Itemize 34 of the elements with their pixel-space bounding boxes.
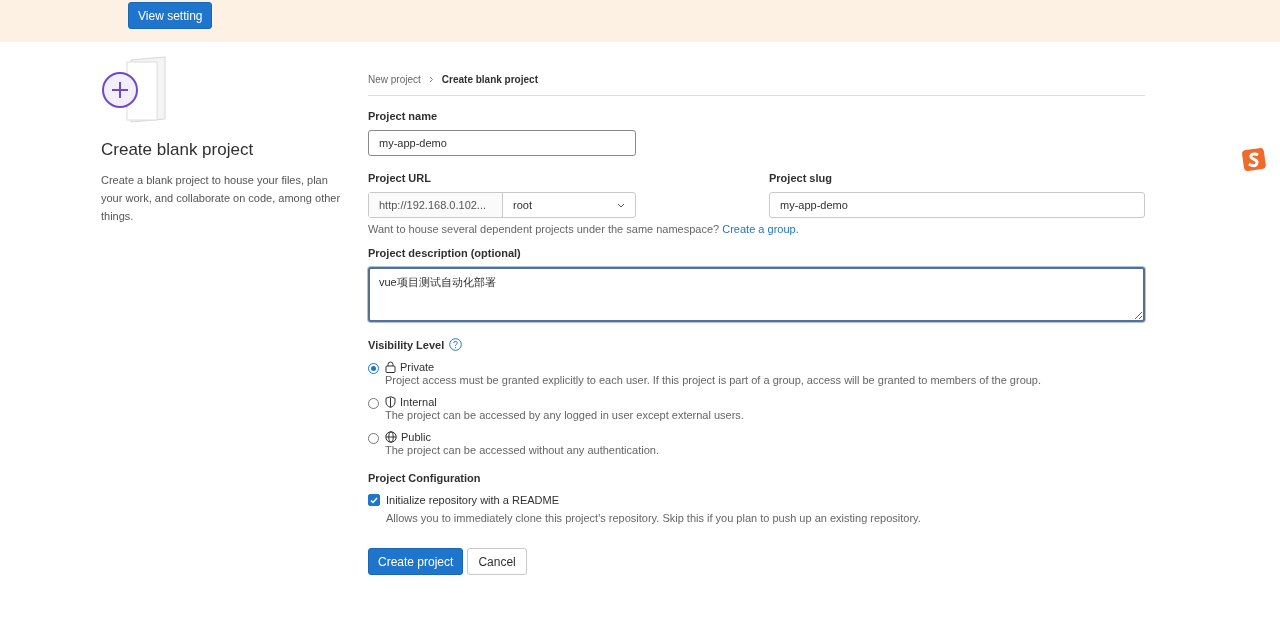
option-help-text: The project can be accessed by any logged in user except external users.	[385, 409, 744, 421]
ime-logo-icon[interactable]	[1242, 148, 1268, 172]
create-project-button[interactable]: Create project	[368, 548, 464, 575]
project-name-input[interactable]: my-app-demo	[368, 130, 636, 156]
new-project-illustration-icon	[101, 56, 169, 124]
section-label: Project Configuration	[368, 472, 482, 484]
field-label: Project URL	[368, 172, 432, 184]
option-label: Public	[401, 431, 431, 443]
chevron-right-icon	[428, 76, 434, 83]
breadcrumb-link[interactable]: New project	[368, 74, 421, 85]
lock-icon	[385, 361, 396, 373]
view-setting-button[interactable]: View setting	[128, 2, 213, 29]
description-textarea[interactable]: vue项目测试自动化部署	[368, 267, 1145, 322]
option-label: Private	[400, 361, 435, 373]
cancel-button[interactable]: Cancel	[467, 548, 527, 575]
option-help-text: Project access must be granted explicitly to each user. If this project is part of a group, access will be granted to members of the group.	[385, 374, 1042, 386]
breadcrumb-link[interactable]: Create blank project	[441, 74, 538, 85]
field-label: Project description (optional)	[368, 247, 522, 259]
field-label: Project slug	[769, 172, 833, 184]
page-title: Create blank project	[101, 140, 255, 160]
intro-text: Create a blank project to house your files, plan your work, and collaborate on code, among other things.	[101, 173, 342, 224]
help-icon[interactable]	[449, 338, 463, 351]
shield-icon	[385, 396, 396, 408]
field-label: Project name	[368, 110, 439, 122]
globe-icon	[385, 431, 397, 443]
checkbox-help-text: Allows you to immediately clone this project's repository. Skip this if you plan to push up an existing repository.	[386, 512, 921, 524]
readme-checkbox[interactable]	[368, 494, 380, 506]
create-group-link[interactable]: Create a group.	[722, 223, 799, 235]
project-slug-input[interactable]: my-app-demo	[769, 192, 1145, 218]
option-help-text: The project can be accessed without any authentication.	[385, 444, 659, 456]
option-label: Internal	[400, 396, 437, 408]
namespace-hint: Want to house several dependent projects under the same namespace? Create a group.	[368, 223, 800, 235]
section-label: Visibility Level	[368, 338, 445, 351]
checkbox-label: Initialize repository with a README	[386, 494, 560, 506]
